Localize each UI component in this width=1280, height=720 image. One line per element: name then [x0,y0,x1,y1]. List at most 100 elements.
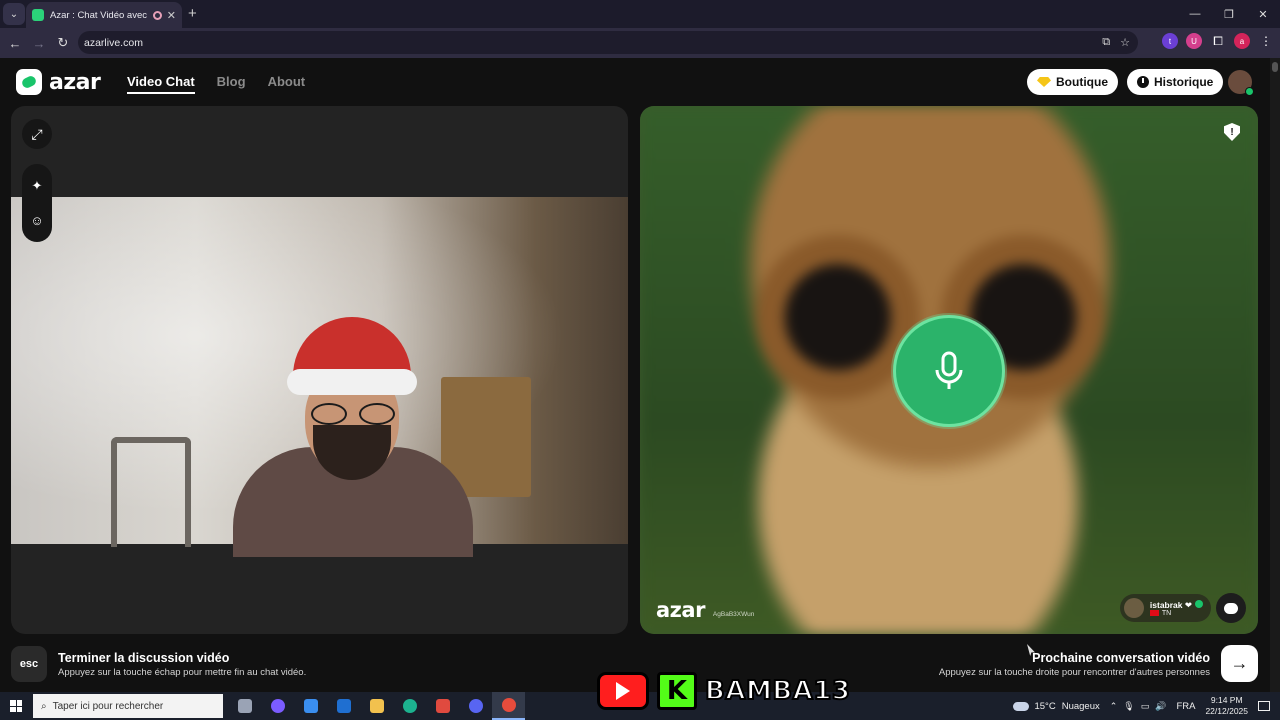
remote-video-panel: ! azar AgBaB3XWun istabrak ❤ TN [640,106,1258,634]
file-explorer-icon[interactable] [360,692,393,720]
streamer-name: BAMBA13 [704,675,851,707]
end-chat-hint: Appuyez sur la touche échap pour mettre … [58,667,307,678]
watermark-logo: azar [656,598,705,622]
next-chat-title: Prochaine conversation vidéo [1032,651,1210,665]
app-red-icon[interactable] [426,692,459,720]
historique-button[interactable]: Historique [1127,69,1224,95]
online-status-dot [1245,87,1254,96]
mail-icon[interactable] [327,692,360,720]
azar-watermark: azar AgBaB3XWun [656,598,754,622]
search-placeholder: Taper ici pour rechercher [52,700,164,712]
start-button[interactable] [0,692,32,720]
taskbar-clock[interactable]: 9:14 PM 22/12/2025 [1205,695,1248,717]
windows-logo-icon [10,700,22,712]
url-text: azarlive.com [84,36,143,49]
end-chat-title: Terminer la discussion vidéo [58,651,230,665]
back-button[interactable]: ← [3,36,27,51]
effects-sparkle-icon[interactable]: ✦ [22,171,52,201]
local-camera-feed [11,197,628,557]
browser-toolbar: ← → ↻ ◎ azarlive.com ⧉ ☆ t U ⧠ a ⋮ [0,28,1280,104]
reload-button[interactable]: ↻ [51,35,75,51]
verified-icon [1195,599,1203,608]
restore-button[interactable]: ❐ [1212,0,1246,28]
window-controls: — ❐ ✕ [1178,0,1280,28]
extension-u-icon[interactable]: U [1186,33,1202,49]
copilot-icon[interactable] [261,692,294,720]
weather-temp[interactable]: 15°C [1034,701,1055,712]
microphone-icon [935,351,963,389]
chevron-up-icon[interactable]: ⌃ [1110,701,1118,712]
install-app-icon[interactable]: ⧉ [1102,36,1110,49]
session-id: AgBaB3XWun [712,611,755,618]
system-tray: 15°C Nuageux ⌃ 🎙 ▭ 🔊 FRA 9:14 PM 22/12/2… [1013,692,1280,720]
extension-t-icon[interactable]: t [1162,33,1178,49]
forward-button[interactable]: → [27,36,51,51]
window-close-button[interactable]: ✕ [1246,0,1280,28]
input-language[interactable]: FRA [1176,701,1195,712]
profile-avatar-icon[interactable]: a [1234,33,1250,49]
esc-key-button[interactable]: esc [11,646,47,682]
tunisia-flag-icon [1149,610,1159,616]
boutique-label: Boutique [1056,75,1108,89]
browser-tabbar: ⌄ Azar : Chat Vidéo avec de n ✕ + — ❐ ✕ [0,0,1280,28]
tray-icons: ⌃ 🎙 ▭ 🔊 [1110,701,1167,712]
discord-icon[interactable] [459,692,492,720]
browser-tab-azar[interactable]: Azar : Chat Vidéo avec de n ✕ [26,2,182,28]
address-bar[interactable]: ◎ azarlive.com ⧉ ☆ [78,31,1138,104]
peer-avatar [1123,598,1144,618]
taskbar-search-input[interactable]: ⌕ Taper ici pour rechercher [33,694,223,718]
camera-tools: ✦ ☺ [22,164,52,242]
taskbar-apps [228,692,525,720]
nav-blog[interactable]: Blog [217,74,246,94]
recording-icon [152,10,162,20]
historique-label: Historique [1154,75,1214,89]
azar-logo-icon [16,69,42,95]
kick-icon: K [657,672,697,710]
chat-bubble-icon[interactable] [1216,593,1246,623]
chrome-icon[interactable] [492,692,525,720]
minimize-button[interactable]: — [1178,0,1212,28]
clock-time: 9:14 PM [1210,695,1243,705]
page-scrollbar[interactable] [1270,58,1280,692]
extension-icons: t U ⧠ a ⋮ [1162,33,1274,49]
boutique-button[interactable]: Boutique [1027,69,1118,95]
mic-tray-icon[interactable]: 🎙 [1123,701,1134,712]
tab-search-button[interactable]: ⌄ [3,3,25,25]
browser-menu-icon[interactable]: ⋮ [1258,33,1274,49]
next-chat-hint: Appuyez sur la touche droite pour rencon… [938,667,1210,678]
network-icon[interactable]: ▭ [1141,701,1150,712]
youtube-icon [597,672,649,710]
user-avatar[interactable] [1228,70,1254,96]
voice-only-mic-button[interactable] [893,315,1005,427]
expand-icon[interactable]: ⤢ [22,119,52,149]
azar-page: azar Video Chat Blog About Boutique Hist… [0,58,1280,692]
new-tab-button[interactable]: + [188,5,197,22]
local-video-panel: ⤢ ✦ ☺ [11,106,628,634]
store-icon[interactable] [294,692,327,720]
search-icon: ⌕ [41,700,47,712]
extensions-puzzle-icon[interactable]: ⧠ [1210,33,1226,49]
self-video-person [233,317,473,557]
edge-icon[interactable] [393,692,426,720]
azar-logo[interactable]: azar [16,69,101,95]
clock-icon [1137,76,1149,88]
notification-icon[interactable] [1258,701,1270,711]
task-view-icon[interactable] [228,692,261,720]
main-nav: Video Chat Blog About [127,74,305,94]
peer-country: TN [1161,609,1172,617]
clock-date: 22/12/2025 [1205,706,1248,716]
tab-title: Azar : Chat Vidéo avec de n [50,9,148,21]
nav-about[interactable]: About [268,74,306,94]
cloud-weather-icon [1013,701,1030,711]
logo-text: azar [49,69,101,95]
gem-icon [1037,77,1051,87]
tab-close-icon[interactable]: ✕ [167,9,176,22]
bookmark-star-icon[interactable]: ☆ [1120,36,1130,49]
nav-video-chat[interactable]: Video Chat [127,74,195,94]
peer-profile-chip[interactable]: istabrak ❤ TN [1119,594,1211,622]
weather-desc[interactable]: Nuageux [1062,701,1100,712]
next-chat-button[interactable]: → [1221,645,1258,682]
volume-icon[interactable]: 🔊 [1155,701,1166,712]
peer-name: istabrak ❤ [1149,599,1192,610]
sticker-icon[interactable]: ☺ [22,205,52,235]
